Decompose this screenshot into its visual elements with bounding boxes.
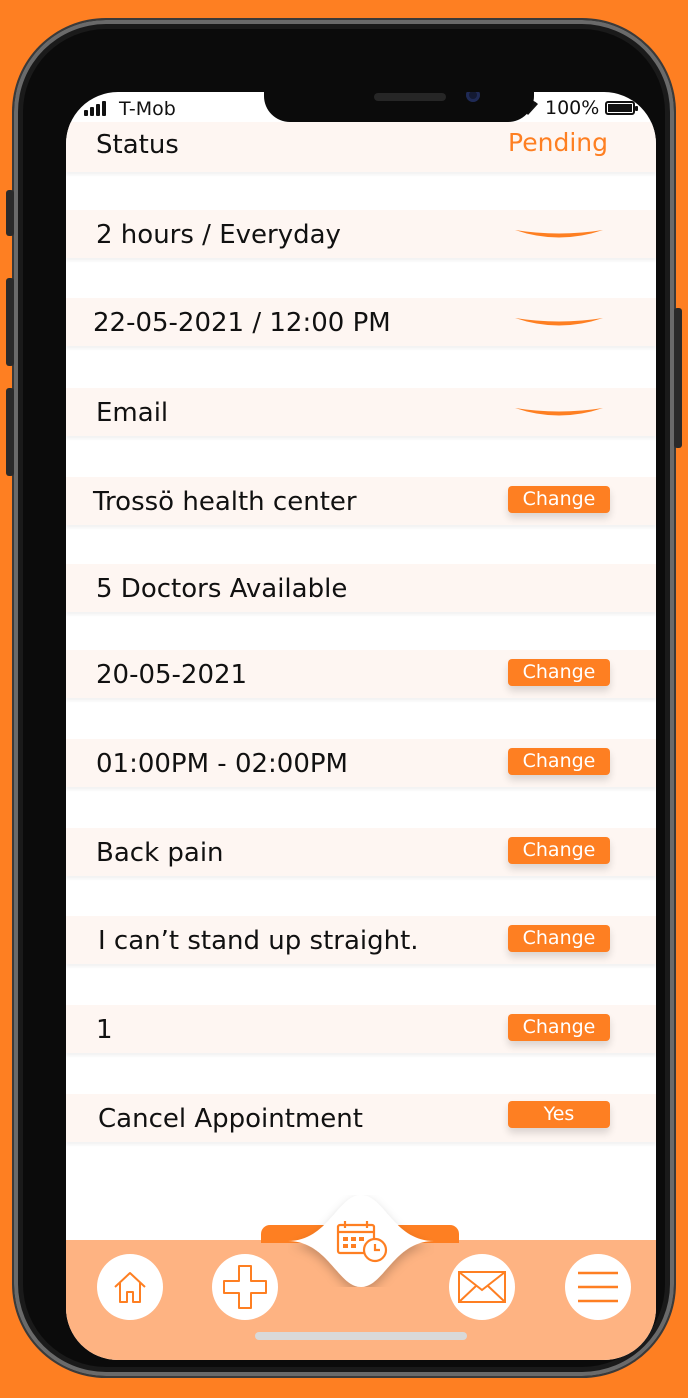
status-label: Status [96, 130, 179, 160]
camera-icon [466, 92, 480, 102]
nav-messages[interactable] [449, 1254, 515, 1320]
phone-frame: T-Mob 100% Status Pending 2 hours / Ever… [6, 20, 682, 1376]
nav-add[interactable] [212, 1254, 278, 1320]
frequency-value: 2 hours / Everyday [96, 220, 341, 250]
power-button [674, 308, 682, 448]
start-datetime-value: 22-05-2021 / 12:00 PM [93, 308, 391, 338]
chevron-down-icon[interactable] [513, 227, 605, 247]
screen: T-Mob 100% Status Pending 2 hours / Ever… [66, 92, 656, 1360]
doctors-available-value: 5 Doctors Available [96, 574, 348, 604]
mute-switch [6, 190, 14, 236]
plus-icon [223, 1265, 267, 1309]
carrier-name: T-Mob [119, 98, 176, 120]
chevron-down-icon[interactable] [513, 315, 605, 335]
description-row: I can’t stand up straight. Change [66, 916, 656, 964]
volume-up-button [6, 278, 14, 366]
quantity-row: 1 Change [66, 1005, 656, 1053]
change-time-button[interactable]: Change [508, 748, 610, 775]
reason-row: Back pain Change [66, 828, 656, 876]
change-date-button[interactable]: Change [508, 659, 610, 686]
speaker-grille [374, 93, 446, 101]
date-value: 20-05-2021 [96, 660, 248, 690]
home-icon [114, 1272, 146, 1303]
status-row: Status Pending [66, 122, 656, 172]
cancel-appointment-label: Cancel Appointment [98, 1104, 363, 1134]
health-center-value: Trossö health center [93, 487, 357, 517]
quantity-value: 1 [96, 1015, 113, 1045]
notification-method-value: Email [96, 398, 169, 428]
time-slot-row: 01:00PM - 02:00PM Change [66, 739, 656, 787]
doctors-available-row: 5 Doctors Available [66, 564, 656, 612]
nav-menu[interactable] [565, 1254, 631, 1320]
change-reason-button[interactable]: Change [508, 837, 610, 864]
health-center-row: Trossö health center Change [66, 477, 656, 525]
date-row: 20-05-2021 Change [66, 650, 656, 698]
time-slot-value: 01:00PM - 02:00PM [96, 749, 348, 779]
signal-icon [84, 100, 106, 116]
battery-icon [605, 101, 638, 115]
reason-value: Back pain [96, 838, 224, 868]
battery-percent: 100% [545, 97, 600, 119]
notification-method-row[interactable]: Email [66, 388, 656, 436]
cancel-appointment-yes-button[interactable]: Yes [508, 1101, 610, 1128]
notch [264, 92, 534, 122]
menu-icon [578, 1271, 618, 1303]
home-indicator[interactable] [255, 1332, 467, 1340]
volume-down-button [6, 388, 14, 476]
cancel-appointment-row: Cancel Appointment Yes [66, 1094, 656, 1142]
change-quantity-button[interactable]: Change [508, 1014, 610, 1041]
status-value: Pending [508, 128, 608, 157]
change-description-button[interactable]: Change [508, 925, 610, 952]
frequency-row[interactable]: 2 hours / Everyday [66, 210, 656, 258]
description-value: I can’t stand up straight. [98, 926, 419, 956]
chevron-down-icon[interactable] [513, 405, 605, 425]
nav-appointments[interactable] [288, 1195, 434, 1287]
mail-icon [458, 1271, 506, 1303]
change-health-center-button[interactable]: Change [508, 486, 610, 513]
start-datetime-row[interactable]: 22-05-2021 / 12:00 PM [66, 298, 656, 346]
nav-home[interactable] [97, 1254, 163, 1320]
